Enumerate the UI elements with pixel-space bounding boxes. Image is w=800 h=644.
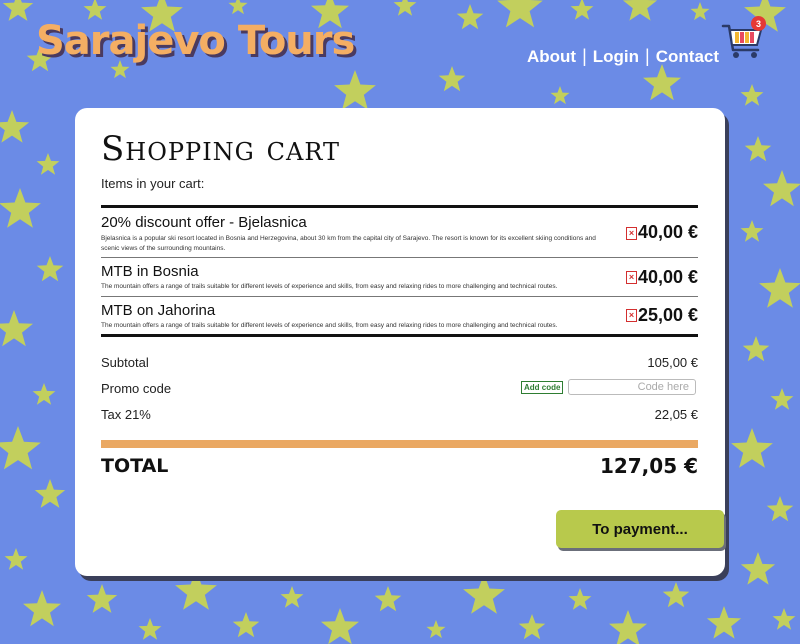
remove-item-icon[interactable]: × [626, 309, 637, 322]
star-decoration [740, 84, 764, 106]
star-decoration [393, 0, 417, 16]
star-decoration [280, 586, 304, 608]
item-name: MTB in Bosnia [101, 263, 199, 280]
star-decoration [34, 479, 66, 508]
star-decoration [518, 614, 546, 640]
star-decoration [609, 610, 647, 644]
item-name: MTB on Jahorina [101, 302, 216, 319]
star-decoration [570, 0, 594, 20]
star-decoration [0, 426, 41, 470]
star-decoration [4, 548, 28, 570]
star-decoration [740, 220, 764, 242]
star-decoration [456, 4, 484, 30]
nav-separator: | [582, 46, 587, 66]
star-decoration [232, 612, 260, 638]
page-title: Shopping cart [101, 129, 341, 169]
total-value: 127,05 € [599, 454, 698, 478]
cart-count-badge: 3 [751, 16, 766, 31]
total-label: TOTAL [101, 455, 169, 477]
promo-code-input[interactable] [568, 379, 696, 395]
star-decoration [497, 0, 543, 28]
star-decoration [744, 136, 772, 162]
cart-item: MTB in Bosnia The mountain offers a rang… [101, 257, 698, 296]
star-decoration [622, 0, 658, 21]
star-decoration [763, 170, 800, 207]
nav-about-link[interactable]: About [527, 47, 576, 67]
star-decoration [32, 383, 56, 405]
subtotal-row: Subtotal 105,00 € [101, 355, 698, 370]
star-decoration [374, 586, 402, 612]
star-decoration [706, 606, 742, 639]
cart-item: 20% discount offer - Bjelasnica Bjelasni… [101, 208, 698, 257]
star-decoration [766, 496, 794, 522]
star-decoration [23, 590, 61, 627]
star-decoration [759, 268, 800, 308]
star-decoration [334, 70, 376, 110]
star-decoration [772, 608, 796, 630]
brand-logo[interactable]: Sarajevo Tours [36, 18, 355, 64]
page-subtitle: Items in your cart: [101, 176, 205, 191]
item-description: Bjelasnica is a popular ski resort locat… [101, 235, 596, 252]
item-price: 40,00 € [637, 222, 698, 242]
tax-value: 22,05 € [654, 407, 698, 422]
star-decoration [463, 574, 505, 614]
star-decoration [138, 618, 162, 640]
subtotal-label: Subtotal [101, 355, 149, 370]
cart-item: MTB on Jahorina The mountain offers a ra… [101, 296, 698, 334]
star-decoration [0, 188, 41, 228]
star-decoration [36, 256, 64, 282]
star-decoration [83, 0, 107, 20]
item-price: 40,00 € [637, 267, 698, 287]
star-decoration [740, 552, 776, 585]
star-decoration [690, 2, 710, 21]
total-divider [101, 440, 698, 448]
cart-card: Shopping cart Items in your cart: 20% di… [75, 108, 725, 576]
tax-row: Tax 21% 22,05 € [101, 407, 698, 422]
nav-login-link[interactable]: Login [593, 47, 639, 67]
item-name: 20% discount offer - Bjelasnica [101, 214, 307, 231]
star-decoration [228, 0, 248, 15]
star-decoration [321, 608, 359, 644]
star-decoration [36, 153, 60, 175]
add-code-button[interactable]: Add code [521, 381, 564, 394]
remove-item-icon[interactable]: × [626, 271, 637, 284]
star-decoration [2, 0, 34, 21]
star-decoration [742, 336, 770, 362]
star-decoration [643, 64, 681, 101]
to-payment-button[interactable]: To payment... [556, 510, 724, 548]
star-decoration [550, 86, 570, 105]
nav-separator: | [645, 46, 650, 66]
item-description: The mountain offers a range of trails su… [101, 322, 558, 329]
star-decoration [662, 582, 690, 608]
star-decoration [568, 588, 592, 610]
star-decoration [86, 584, 118, 613]
item-price: 25,00 € [637, 305, 698, 325]
star-decoration [770, 388, 794, 410]
cart-items-list: 20% discount offer - Bjelasnica Bjelasni… [101, 205, 698, 337]
subtotal-value: 105,00 € [647, 355, 698, 370]
star-decoration [0, 310, 33, 347]
cart-button[interactable]: 3 [720, 16, 766, 62]
main-nav: About | Login | Contact [527, 46, 719, 67]
star-decoration [731, 428, 773, 468]
remove-item-icon[interactable]: × [626, 227, 637, 240]
nav-contact-link[interactable]: Contact [656, 47, 719, 67]
star-decoration [0, 110, 30, 143]
tax-label: Tax 21% [101, 407, 151, 422]
promo-label: Promo code [101, 381, 172, 396]
star-decoration [426, 620, 446, 639]
item-description: The mountain offers a range of trails su… [101, 283, 558, 290]
star-decoration [438, 66, 466, 92]
